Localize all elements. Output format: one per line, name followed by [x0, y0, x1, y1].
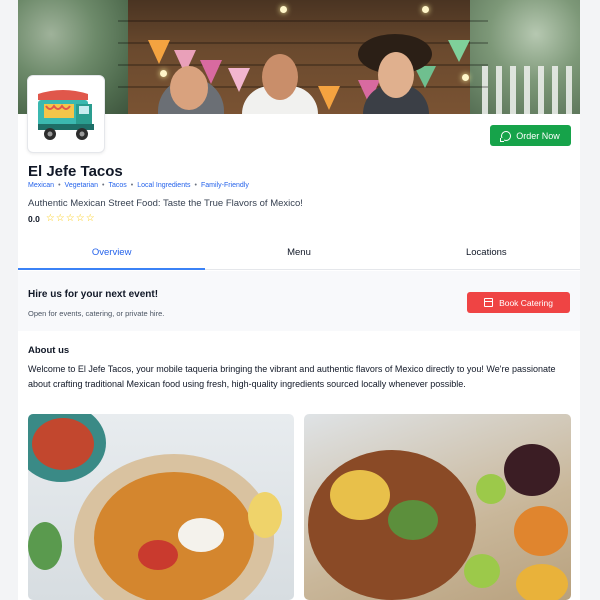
salsa-bowl-dark	[504, 444, 560, 496]
whatsapp-chat-icon	[500, 130, 512, 142]
tag-link[interactable]: Family-Friendly	[201, 182, 249, 189]
restaurant-tagline: Authentic Mexican Street Food: Taste the…	[28, 198, 303, 209]
sweet-potato-fries	[94, 472, 254, 600]
tag-separator: •	[194, 182, 197, 189]
hero-person-face	[262, 54, 298, 100]
star-outline-icon: ☆	[75, 213, 85, 224]
string-light	[160, 70, 167, 77]
salsa-bowl-orange	[514, 506, 568, 556]
gallery-photo-tacos[interactable]	[304, 414, 571, 600]
hero-wall-plank	[118, 42, 488, 44]
gallery-photo-fries[interactable]	[28, 414, 294, 600]
star-outline-icon: ☆	[85, 213, 95, 224]
star-outline-icon: ☆	[45, 213, 55, 224]
tag-link[interactable]: Tacos	[108, 182, 126, 189]
hire-us-section: Hire us for your next event! Open for ev…	[18, 271, 580, 331]
string-light	[422, 6, 429, 13]
tab-overview[interactable]: Overview	[18, 236, 206, 270]
cuisine-tags: Mexican • Vegetarian • Tacos • Local Ing…	[28, 182, 249, 189]
tomato	[138, 540, 178, 570]
about-heading: About us	[28, 345, 70, 356]
hero-fence	[482, 66, 572, 114]
salsa-bowl-yellow	[516, 564, 568, 600]
rating-value: 0.0	[28, 214, 40, 224]
tag-link[interactable]: Mexican	[28, 182, 54, 189]
papel-picado-flag	[148, 40, 170, 64]
star-outline-icon: ☆	[55, 213, 65, 224]
tag-separator: •	[102, 182, 105, 189]
tag-link[interactable]: Local Ingredients	[137, 182, 190, 189]
lime-slice	[476, 474, 506, 504]
star-outline-icon: ☆	[65, 213, 75, 224]
food-truck-logo-icon	[38, 90, 94, 140]
lime-slice	[464, 554, 500, 588]
order-now-button[interactable]: Order Now	[490, 125, 571, 146]
calendar-icon	[484, 298, 494, 307]
cilantro	[388, 500, 438, 540]
string-light	[462, 74, 469, 81]
hero-wall-plank	[118, 20, 488, 22]
string-light	[280, 6, 287, 13]
sour-cream	[178, 518, 224, 552]
tab-locations[interactable]: Locations	[393, 236, 580, 269]
rating-stars: ☆ ☆ ☆ ☆ ☆	[46, 214, 95, 224]
restaurant-profile-card: Order Now El Jefe Tacos Mexican • Vegeta…	[18, 0, 580, 600]
corn	[330, 470, 390, 520]
profile-tabs: Overview Menu Locations	[18, 236, 580, 270]
hire-subtitle: Open for events, catering, or private hi…	[28, 309, 165, 318]
book-catering-button[interactable]: Book Catering	[467, 292, 570, 313]
papel-picado-flag	[318, 86, 340, 110]
about-text: Welcome to El Jefe Tacos, your mobile ta…	[28, 364, 556, 389]
restaurant-logo	[27, 75, 105, 153]
hero-person-face	[170, 66, 208, 110]
salsa	[32, 418, 94, 470]
book-catering-label: Book Catering	[499, 297, 553, 308]
tag-separator: •	[130, 182, 134, 189]
papel-picado-flag	[228, 68, 250, 92]
tag-link[interactable]: Vegetarian	[65, 182, 98, 189]
lemon	[248, 492, 282, 538]
guacamole	[28, 522, 62, 570]
papel-picado-flag	[448, 40, 470, 62]
hero-person-face	[378, 52, 414, 98]
rating: 0.0 ☆ ☆ ☆ ☆ ☆	[28, 214, 95, 225]
restaurant-name: El Jefe Tacos	[28, 163, 123, 180]
hire-title: Hire us for your next event!	[28, 289, 159, 300]
tab-menu[interactable]: Menu	[205, 236, 392, 269]
order-now-label: Order Now	[516, 130, 560, 141]
tag-separator: •	[58, 182, 61, 189]
